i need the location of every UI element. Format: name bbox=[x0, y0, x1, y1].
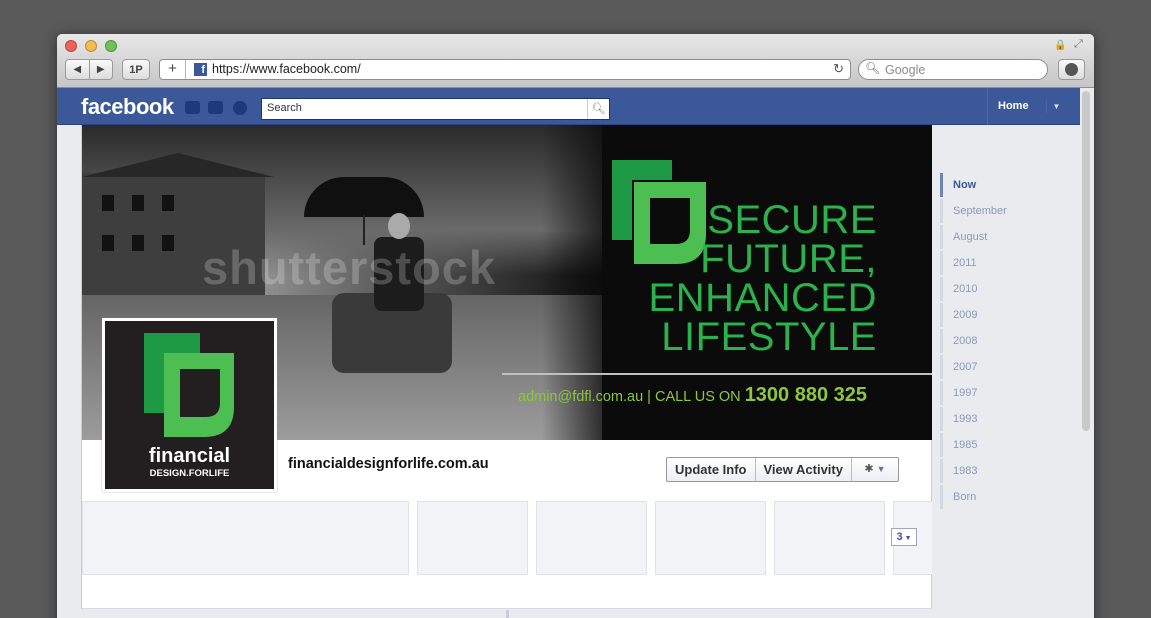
update-info-button[interactable]: Update Info bbox=[667, 458, 756, 481]
chevron-down-icon: ▼ bbox=[902, 535, 912, 542]
lock-icon: 🔒 bbox=[1054, 40, 1067, 51]
page-name[interactable]: financialdesignforlife.com.au bbox=[288, 456, 489, 472]
close-window-button[interactable] bbox=[65, 40, 77, 52]
timeline-header: shutterstock SECURE FUTURE, ENHANCED LIF… bbox=[81, 125, 933, 618]
profile-logo-word: financial bbox=[148, 445, 231, 467]
downloads-button[interactable] bbox=[1058, 59, 1085, 80]
scrubber-item-august[interactable]: August bbox=[940, 225, 1030, 249]
browser-window: 🔒 ⤢ ◀ ▶ 1P + f https://www.facebook.com/… bbox=[57, 34, 1094, 618]
view-activity-button[interactable]: View Activity bbox=[756, 458, 852, 481]
back-button[interactable]: ◀ bbox=[66, 64, 89, 75]
facebook-search-button[interactable]: 🔍︎ bbox=[587, 99, 609, 119]
scrubber-item-1983[interactable]: 1983 bbox=[940, 459, 1030, 483]
home-nav: Home ▼ bbox=[987, 88, 1077, 125]
zoom-window-button[interactable] bbox=[105, 40, 117, 52]
scrubber-item-1993[interactable]: 1993 bbox=[940, 407, 1030, 431]
tagline-line: FUTURE, bbox=[700, 237, 877, 281]
search-placeholder: Google bbox=[885, 63, 926, 77]
profile-logo-sub: DESIGN.FORLIFE bbox=[149, 468, 230, 479]
page-scrollbar[interactable] bbox=[1082, 91, 1090, 431]
fullscreen-icon[interactable]: ⤢ bbox=[1074, 38, 1083, 51]
facebook-logo[interactable]: facebook bbox=[81, 94, 174, 120]
scrubber-item-2010[interactable]: 2010 bbox=[940, 277, 1030, 301]
browser-search-input[interactable]: 🔍︎ Google bbox=[858, 59, 1048, 80]
scrubber-item-born[interactable]: Born bbox=[940, 485, 1030, 509]
scrubber-item-2008[interactable]: 2008 bbox=[940, 329, 1030, 353]
scrubber-item-now[interactable]: Now bbox=[940, 173, 1030, 197]
more-apps-button[interactable]: 3 ▼ bbox=[891, 528, 917, 546]
browser-toolbar: 🔒 ⤢ ◀ ▶ 1P + f https://www.facebook.com/… bbox=[57, 34, 1094, 88]
scrubber-item-september[interactable]: September bbox=[940, 199, 1030, 223]
url-text[interactable]: https://www.facebook.com/ bbox=[212, 62, 361, 76]
forward-button[interactable]: ▶ bbox=[90, 64, 113, 75]
tagline-line: ENHANCED bbox=[648, 276, 877, 320]
timeline-scrubber: Now September August 2011 2010 2009 2008… bbox=[932, 125, 1080, 618]
address-bar[interactable]: + f https://www.facebook.com/ ↻ bbox=[159, 59, 851, 80]
messages-icon[interactable] bbox=[208, 101, 223, 114]
profile-picture[interactable]: financial DESIGN.FORLIFE bbox=[102, 318, 277, 492]
minimize-window-button[interactable] bbox=[85, 40, 97, 52]
scrubber-item-2011[interactable]: 2011 bbox=[940, 251, 1030, 275]
scrubber-item-1985[interactable]: 1985 bbox=[940, 433, 1030, 457]
contact-email: admin@fdfl.com.au bbox=[518, 389, 644, 405]
app-tile[interactable] bbox=[774, 501, 885, 575]
timeline-spine bbox=[506, 610, 509, 618]
facebook-favicon-icon: f bbox=[194, 63, 207, 76]
tagline: SECURE FUTURE, ENHANCED LIFESTYLE bbox=[627, 198, 877, 359]
scrubber-item-2007[interactable]: 2007 bbox=[940, 355, 1030, 379]
app-tile[interactable] bbox=[655, 501, 766, 575]
download-icon bbox=[1065, 63, 1078, 76]
featured-tile[interactable] bbox=[82, 501, 409, 575]
account-menu-chevron-icon[interactable]: ▼ bbox=[1046, 100, 1066, 113]
chevron-down-icon: ▼ bbox=[876, 464, 886, 474]
add-bookmark-button[interactable]: + bbox=[160, 60, 186, 79]
reload-icon[interactable]: ↻ bbox=[833, 61, 844, 77]
scrubber-item-1997[interactable]: 1997 bbox=[940, 381, 1030, 405]
contact-phone: 1300 880 325 bbox=[744, 384, 868, 406]
profile-logo-icon bbox=[144, 333, 234, 437]
facebook-top-bar: facebook Search 🔍︎ Home ▼ bbox=[57, 88, 1080, 125]
watermark-text: shutterstock bbox=[202, 241, 497, 294]
back-forward-buttons: ◀ ▶ bbox=[65, 59, 113, 80]
contact-line: admin@fdfl.com.au | CALL US ON 1300 880 … bbox=[518, 384, 867, 407]
facebook-search-placeholder: Search bbox=[267, 102, 302, 114]
notifications-icon[interactable] bbox=[233, 101, 247, 115]
tagline-line: LIFESTYLE bbox=[661, 315, 877, 359]
tagline-line: SECURE bbox=[707, 198, 877, 242]
app-tile[interactable] bbox=[417, 501, 528, 575]
umbrella-image bbox=[304, 177, 424, 217]
onepassword-button[interactable]: 1P bbox=[122, 59, 150, 80]
home-link[interactable]: Home bbox=[998, 100, 1029, 112]
friend-requests-icon[interactable] bbox=[185, 101, 200, 114]
contact-call: | CALL US ON bbox=[647, 389, 741, 405]
search-icon: 🔍︎ bbox=[865, 61, 881, 75]
scrubber-item-2009[interactable]: 2009 bbox=[940, 303, 1030, 327]
profile-actions: Update Info View Activity ✱ ▼ bbox=[666, 457, 899, 482]
gear-icon: ✱ bbox=[864, 463, 874, 475]
settings-gear-button[interactable]: ✱ ▼ bbox=[852, 458, 898, 481]
app-tile[interactable] bbox=[536, 501, 647, 575]
facebook-search-input[interactable]: Search 🔍︎ bbox=[261, 98, 610, 120]
